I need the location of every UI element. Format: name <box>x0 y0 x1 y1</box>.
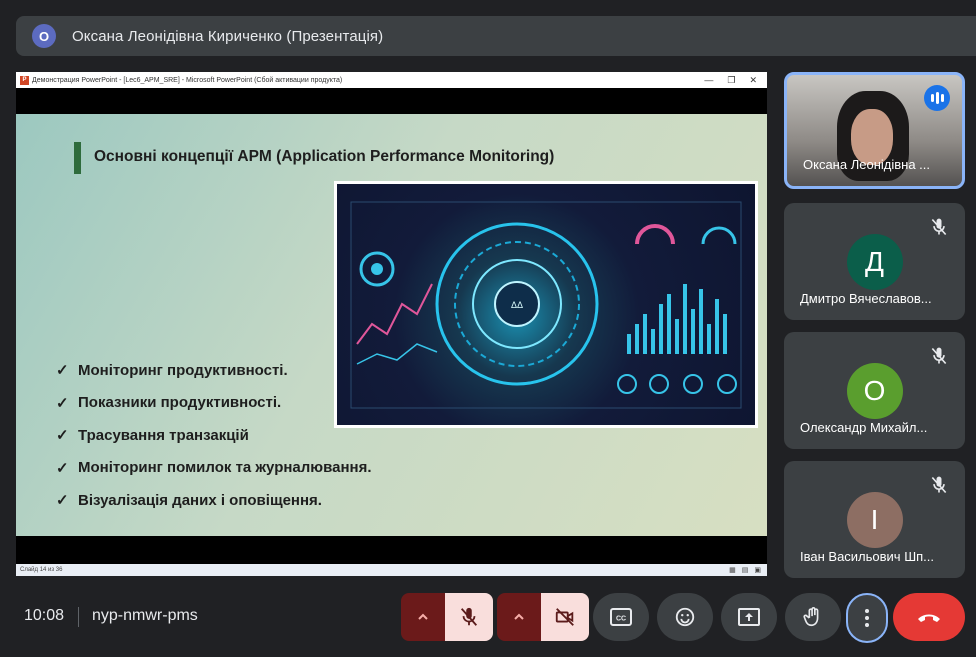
mic-off-icon <box>931 347 947 365</box>
participant-tile-self[interactable]: Оксана Леонідівна ... <box>784 72 965 189</box>
divider <box>78 607 79 627</box>
normal-view-icon: ▤ <box>741 567 749 574</box>
mic-toggle-button[interactable] <box>445 593 493 641</box>
participant-name: Іван Васильович Шп... <box>800 549 934 564</box>
title-accent-bar <box>74 142 81 174</box>
participant-tile[interactable]: І Іван Васильович Шп... <box>784 461 965 578</box>
slide-sorter-icon: ▦ <box>729 567 736 574</box>
ppt-window-titlebar: P Демонстрация PowerPoint - [Lec6_APM_SR… <box>16 72 767 88</box>
list-item: ✓ Моніторинг помилок та журналювання. <box>56 459 372 477</box>
list-item: ✓ Трасування транзакцій <box>56 426 249 445</box>
mic-off-icon <box>931 218 947 236</box>
mic-control <box>401 593 493 641</box>
participant-name: Дмитро Вячеславов... <box>800 291 932 306</box>
participant-name: Олександр Михайл... <box>800 420 928 435</box>
shared-screen: P Демонстрация PowerPoint - [Lec6_APM_SR… <box>16 72 767 576</box>
minimize-icon: — <box>704 74 714 85</box>
ppt-status-bar: Слайд 14 из 36 ▦ ▤ ▣ <box>16 564 767 576</box>
camera-toggle-button[interactable] <box>541 593 589 641</box>
slide: Основні концепції APM (Application Perfo… <box>16 114 767 536</box>
ppt-window-title: Демонстрация PowerPoint - [Lec6_APM_SRE]… <box>32 76 343 84</box>
svg-text:ΔΔ: ΔΔ <box>511 300 523 310</box>
hang-up-icon <box>918 614 940 622</box>
check-icon: ✓ <box>56 427 69 445</box>
check-icon: ✓ <box>56 394 69 412</box>
list-item: ✓ Моніторинг продуктивності. <box>56 361 288 380</box>
audio-options-button[interactable] <box>401 593 445 641</box>
check-icon: ✓ <box>56 492 69 510</box>
reading-view-icon: ▣ <box>754 567 761 574</box>
mic-off-icon <box>460 607 478 626</box>
participant-tile[interactable]: О Олександр Михайл... <box>784 332 965 449</box>
participant-tile[interactable]: Д Дмитро Вячеславов... <box>784 203 965 320</box>
present-screen-button[interactable] <box>721 593 777 641</box>
list-item: ✓ Візуалізація даних і оповіщення. <box>56 491 322 510</box>
camera-control <box>497 593 589 641</box>
bullet-list: ✓ Моніторинг продуктивності. ✓ Показники п… <box>56 354 372 517</box>
svg-text:CC: CC <box>616 616 626 623</box>
video-options-button[interactable] <box>497 593 541 641</box>
raise-hand-button[interactable] <box>785 593 841 641</box>
check-icon: ✓ <box>56 362 69 380</box>
close-icon: ✕ <box>749 74 757 85</box>
slide-counter: Слайд 14 из 36 <box>20 567 63 573</box>
powerpoint-icon: P <box>20 75 29 85</box>
presenter-title: Оксана Леонідівна Кириченко (Презентація… <box>72 27 384 45</box>
chevron-up-icon <box>514 613 524 620</box>
avatar: Д <box>846 233 903 290</box>
present-screen-icon <box>738 608 760 626</box>
presenter-bar: О Оксана Леонідівна Кириченко (Презентац… <box>16 16 976 56</box>
camera-off-icon <box>555 608 574 626</box>
meeting-code: nyp-nmwr-pms <box>92 607 198 624</box>
participant-name: Оксана Леонідівна ... <box>803 157 930 172</box>
more-options-button[interactable] <box>846 593 888 643</box>
captions-icon: CC <box>610 608 632 626</box>
presenter-avatar: О <box>32 24 56 48</box>
control-bar: 10:08 nyp-nmwr-pms CC <box>0 590 976 657</box>
mic-off-icon <box>931 476 947 494</box>
hand-icon <box>803 607 819 627</box>
slide-title: Основні концепції APM (Application Perfo… <box>94 148 555 165</box>
reactions-button[interactable] <box>657 593 713 641</box>
emoji-icon <box>675 607 695 627</box>
leave-call-button[interactable] <box>893 593 965 641</box>
clock: 10:08 <box>24 607 65 624</box>
captions-button[interactable]: CC <box>593 593 649 641</box>
check-icon: ✓ <box>56 459 69 477</box>
speaking-indicator-icon <box>924 85 950 111</box>
maximize-icon: ❐ <box>727 74 736 85</box>
list-item: ✓ Показники продуктивності. <box>56 394 282 412</box>
avatar: І <box>846 491 903 548</box>
avatar: О <box>846 362 903 419</box>
more-vert-icon <box>865 609 869 627</box>
dashboard-illustration: ΔΔ <box>334 181 758 428</box>
chevron-up-icon <box>418 613 428 620</box>
